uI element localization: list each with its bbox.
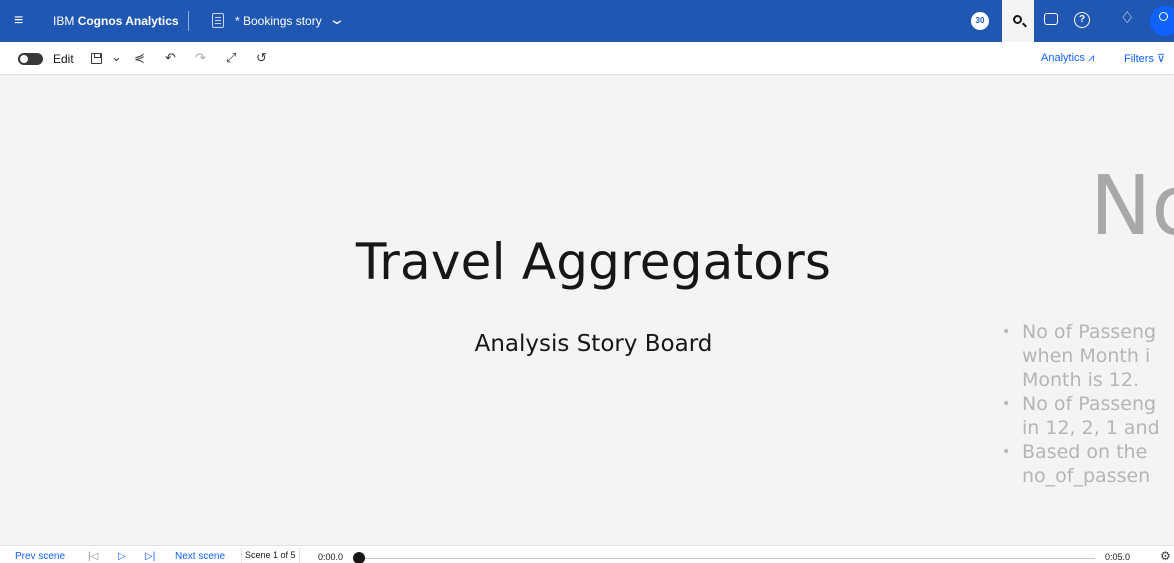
- story-icon: [212, 13, 224, 28]
- analytics-button[interactable]: Analytics ⩘: [1041, 52, 1094, 65]
- scene-counter: Scene 1 of 5: [241, 548, 300, 563]
- next-scene-button[interactable]: Next scene: [175, 551, 225, 562]
- share-icon[interactable]: ⋞: [134, 50, 145, 66]
- menu-icon[interactable]: ≡: [14, 12, 23, 30]
- chat-icon[interactable]: [1044, 13, 1058, 25]
- next-scene-bullet: No of Passeng when Month i Month is 12.: [1002, 320, 1174, 392]
- next-scene-bullet: Based on the no_of_passen: [1002, 440, 1174, 488]
- edit-label: Edit: [53, 52, 74, 66]
- story-tab-title[interactable]: * Bookings story: [235, 14, 322, 28]
- next-scene-bullet: No of Passeng in 12, 2, 1 and: [1002, 392, 1174, 440]
- story-toolbar: Edit ⌄ ⋞ ↶ ↷ ⤢ ↺ Analytics ⩘ Filters ⊽: [0, 42, 1174, 75]
- timeline-scrubber[interactable]: [353, 552, 365, 563]
- timeline-track[interactable]: [360, 558, 1095, 559]
- analytics-label: Analytics: [1041, 52, 1086, 64]
- brand-name: Cognos Analytics: [77, 14, 179, 28]
- search-button[interactable]: [1002, 0, 1034, 42]
- edit-toggle[interactable]: [18, 53, 43, 65]
- settings-icon[interactable]: ⚙: [1160, 549, 1171, 563]
- prev-scene-button[interactable]: Prev scene: [15, 551, 65, 562]
- next-scene-bullets: No of Passeng when Month i Month is 12. …: [1002, 320, 1174, 488]
- skip-back-icon[interactable]: |◁: [88, 551, 98, 562]
- search-icon: [1013, 15, 1022, 24]
- timer-icon[interactable]: 30: [971, 12, 989, 30]
- play-icon[interactable]: ▷: [118, 551, 126, 562]
- scene-subtitle: Analysis Story Board: [474, 331, 713, 357]
- story-canvas[interactable]: Travel Aggregators Analysis Story Board …: [0, 75, 1174, 543]
- filters-label: Filters: [1124, 53, 1154, 65]
- help-icon[interactable]: ?: [1074, 12, 1090, 28]
- next-scene-title: No: [1090, 159, 1174, 254]
- skip-forward-icon[interactable]: ▷|: [145, 551, 155, 562]
- user-icon[interactable]: [1150, 6, 1174, 36]
- analytics-icon: ⩘: [1088, 52, 1095, 64]
- reset-icon[interactable]: ↺: [256, 50, 267, 66]
- chevron-down-icon[interactable]: ⌄: [328, 11, 346, 28]
- save-dropdown-icon[interactable]: ⌄: [111, 49, 122, 65]
- expand-icon[interactable]: ⤢: [226, 50, 236, 66]
- bell-icon[interactable]: ♢: [1120, 10, 1134, 28]
- filter-icon: ⊽: [1157, 53, 1166, 65]
- product-name: IBM Cognos Analytics: [53, 14, 179, 28]
- playback-bar: Prev scene |◁ ▷ ▷| Next scene Scene 1 of…: [0, 545, 1174, 563]
- app-header: ≡ IBM Cognos Analytics * Bookings story …: [0, 0, 1174, 42]
- end-time: 0:05.0: [1105, 552, 1131, 562]
- current-time: 0:00.0: [318, 552, 344, 562]
- undo-icon[interactable]: ↶: [165, 50, 176, 66]
- brand-prefix: IBM: [53, 14, 75, 28]
- filters-button[interactable]: Filters ⊽: [1124, 52, 1165, 65]
- scene-title: Travel Aggregators: [355, 233, 832, 291]
- header-divider: [188, 11, 189, 31]
- save-icon[interactable]: [91, 53, 102, 64]
- redo-icon[interactable]: ↷: [195, 50, 206, 66]
